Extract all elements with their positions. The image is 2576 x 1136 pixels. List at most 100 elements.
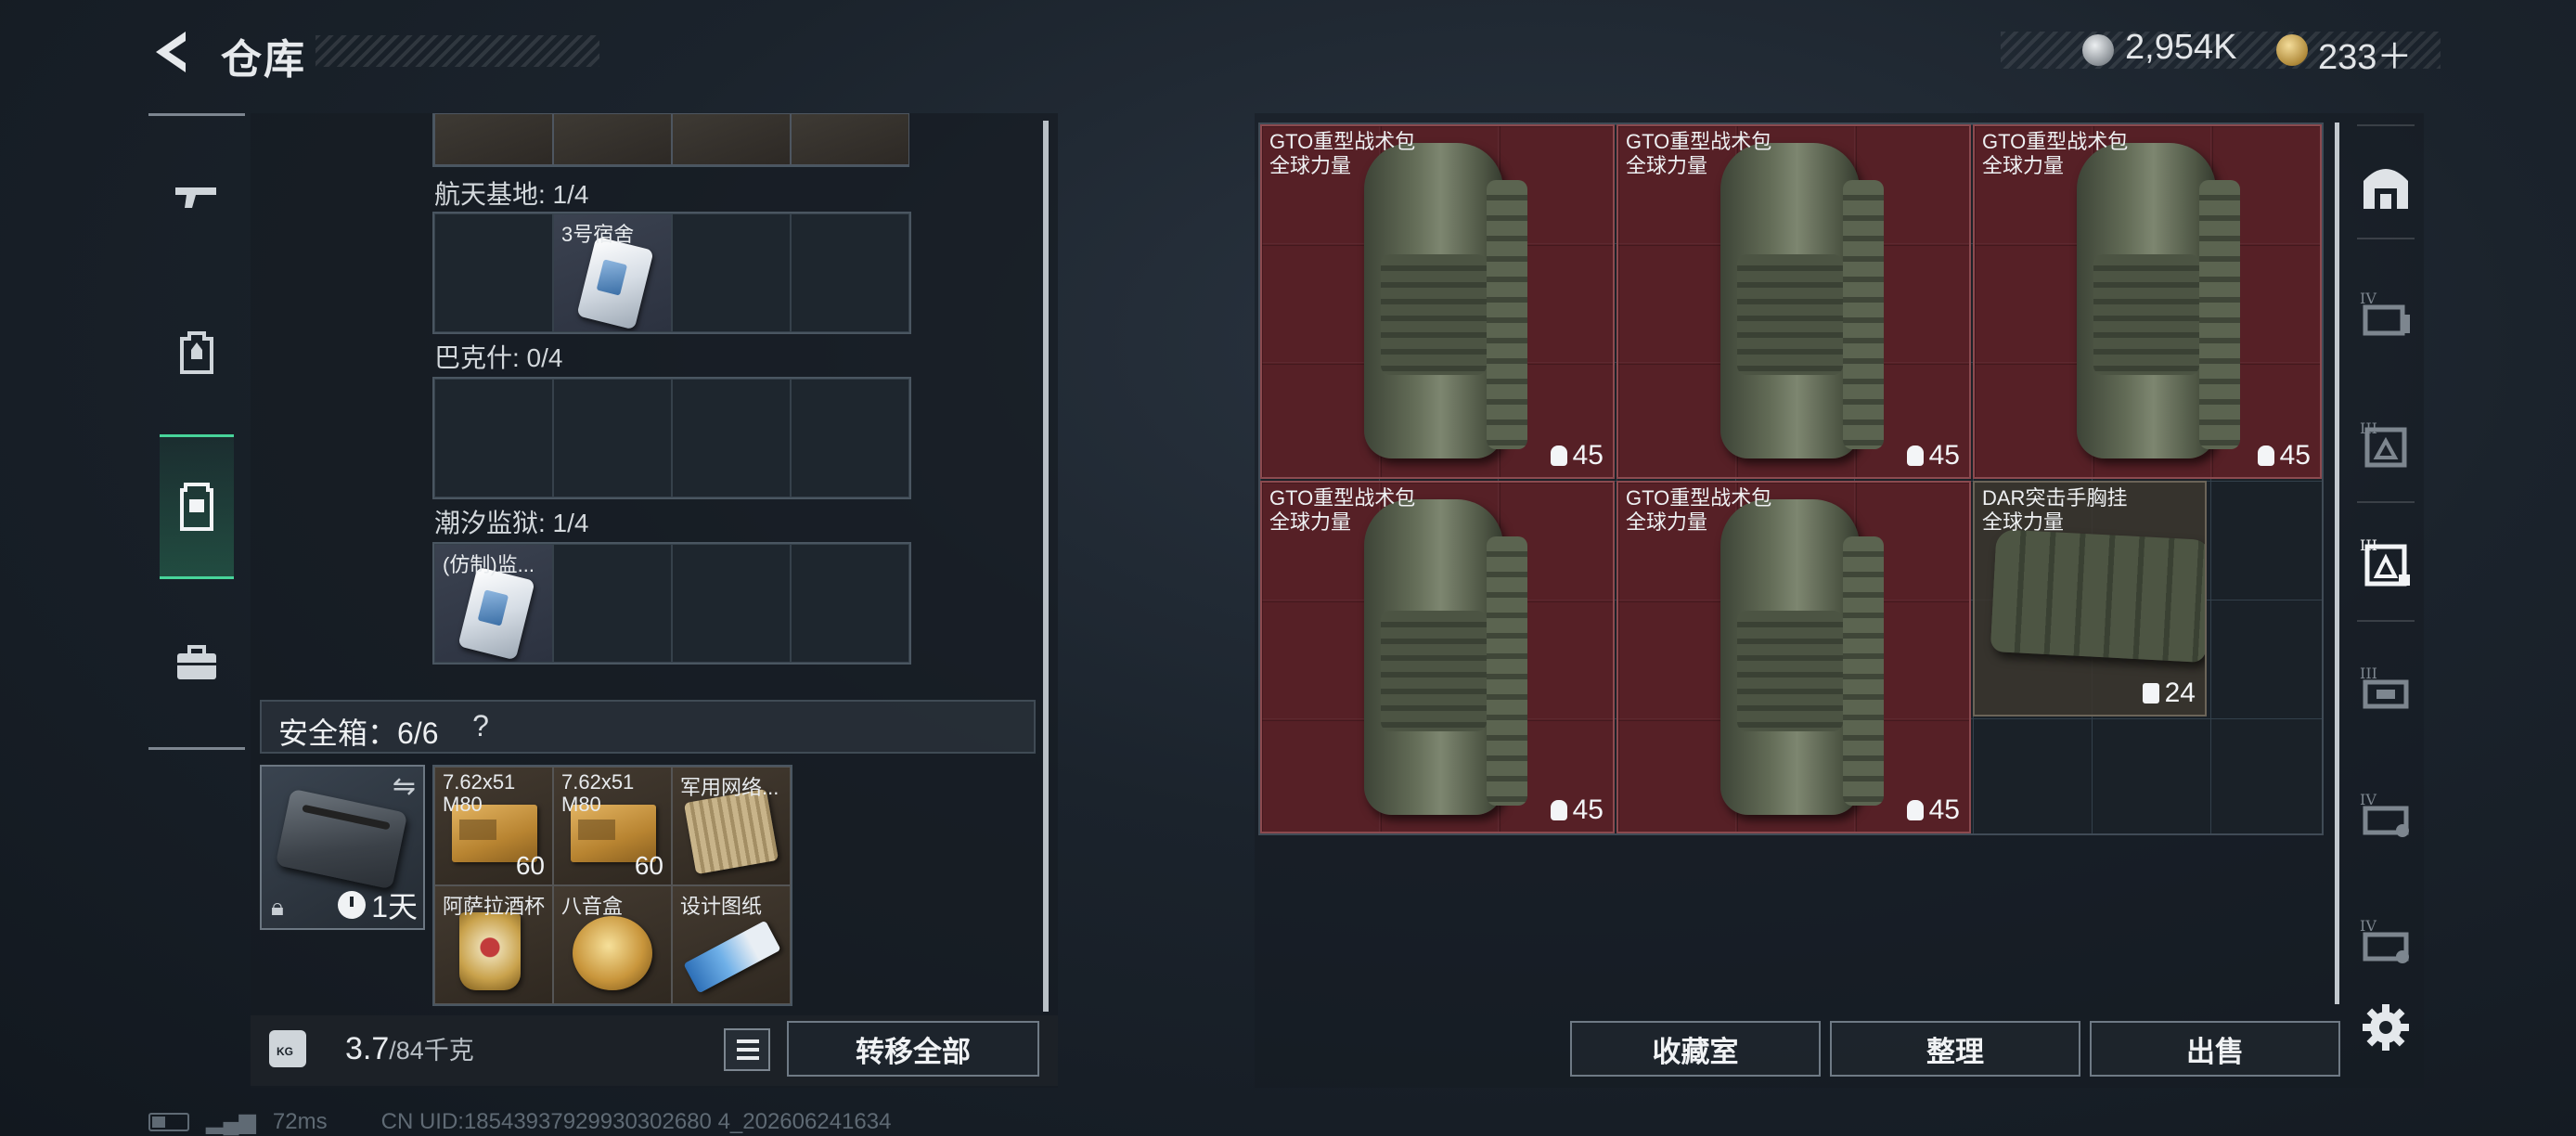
safe-item[interactable]: 设计图纸: [672, 885, 791, 1004]
safe-item-name: 八音盒: [561, 895, 624, 918]
keycard-slot[interactable]: [672, 379, 791, 497]
storage-tab-iv-c[interactable]: IV: [2351, 906, 2420, 975]
storage-item[interactable]: GTO重型战术包 全球力量 45: [1260, 481, 1615, 833]
nav-backpacks[interactable]: [160, 316, 234, 390]
list-view-button[interactable]: [724, 1028, 770, 1071]
svg-text:IV: IV: [2360, 290, 2376, 307]
safe-item-count: 60: [515, 851, 545, 880]
keycard-slot[interactable]: [672, 544, 791, 663]
network-module-image: [683, 788, 779, 875]
storage-scrollbar[interactable]: [2335, 123, 2339, 1004]
backpack-image: [2077, 143, 2240, 458]
storage-iv-icon: IV: [2360, 290, 2410, 336]
lock-icon: 🔒︎: [271, 893, 284, 921]
back-arrow-icon: [156, 32, 186, 72]
page-title: 仓库: [221, 37, 306, 83]
keycard-grid-tidal-prison: (仿制)监...: [432, 542, 911, 665]
storage-iii-icon: III: [2360, 420, 2407, 468]
safe-item-name: 7.62x51 M80: [561, 770, 635, 816]
uid-text: CN UID:18543937929930302680 4_2026062416…: [380, 1108, 892, 1134]
item-name: GTO重型战术包 全球力量: [1269, 130, 1416, 177]
keycard-slot[interactable]: [553, 113, 672, 165]
section-label-aerospace: 航天基地: 1/4: [434, 180, 589, 209]
safe-item[interactable]: 7.62x51 M80 60: [553, 767, 672, 885]
safe-box-title: 安全箱：6/6: [278, 716, 439, 750]
safe-box-timer-text: 1天: [371, 890, 418, 923]
safe-item[interactable]: 阿萨拉酒杯: [434, 885, 553, 1004]
divider: [2357, 124, 2415, 126]
storage-tab-iii[interactable]: III: [2351, 408, 2420, 477]
swap-icon[interactable]: ⇋: [393, 770, 416, 803]
durability-icon: [1906, 800, 1924, 820]
signal-icon: ▂▄▆: [206, 1109, 256, 1134]
keycard-item[interactable]: (仿制)监...: [434, 544, 553, 663]
backpack-image: [1364, 143, 1527, 458]
help-icon[interactable]: ?: [460, 707, 501, 744]
sort-button[interactable]: 整理: [1830, 1021, 2080, 1077]
left-scrollbar-thumb[interactable]: [1043, 121, 1049, 1012]
list-icon: [737, 1048, 759, 1052]
storage-item[interactable]: GTO重型战术包 全球力量 45: [1973, 124, 2322, 479]
section-label-bakhsh: 巴克什: 0/4: [434, 343, 563, 372]
back-button[interactable]: [148, 26, 199, 78]
storage-tab-home[interactable]: [2351, 152, 2420, 221]
safe-item[interactable]: 八音盒: [553, 885, 672, 1004]
item-durability: 45: [1906, 794, 1960, 826]
weight-readout: 3.7/84千克: [345, 1030, 474, 1067]
nav-toolbox[interactable]: [160, 626, 234, 700]
safe-item-name: 设计图纸: [680, 895, 763, 918]
list-icon: [737, 1039, 759, 1043]
storage-tab-iv[interactable]: IV: [2351, 278, 2420, 347]
keycard-item[interactable]: 3号宿舍: [553, 213, 672, 332]
storage-tab-iii-active[interactable]: III: [2351, 527, 2420, 596]
weight-max: /84千克: [389, 1037, 474, 1065]
safe-box-timer: 1天: [338, 884, 418, 926]
item-name: GTO重型战术包 全球力量: [1626, 130, 1772, 177]
sell-button[interactable]: 出售: [2090, 1021, 2340, 1077]
storage-item[interactable]: GTO重型战术包 全球力量 45: [1616, 124, 1971, 479]
transfer-all-button[interactable]: 转移全部: [787, 1021, 1039, 1077]
safe-item-count: 60: [634, 851, 663, 880]
keycard-slot[interactable]: [672, 213, 791, 332]
keycard-slot[interactable]: [672, 113, 791, 165]
item-durability: 24: [2142, 678, 2196, 709]
keycard-slot[interactable]: [791, 213, 909, 332]
keycard-slot[interactable]: [553, 544, 672, 663]
storage-item[interactable]: GTO重型战术包 全球力量 45: [1616, 481, 1971, 833]
item-name: GTO重型战术包 全球力量: [1269, 486, 1416, 534]
keycard-slot[interactable]: [434, 213, 553, 332]
storage-iv-c-icon: IV: [2360, 917, 2409, 963]
battery-icon: [148, 1112, 189, 1131]
backpack-icon: [180, 331, 213, 374]
settings-button[interactable]: [2361, 1002, 2411, 1052]
storage-item[interactable]: DAR突击手胸挂 全球力量 24: [1973, 481, 2207, 716]
keycard-slot[interactable]: [434, 113, 553, 165]
nav-weapons[interactable]: [160, 161, 234, 236]
safe-item[interactable]: 军用网络...: [672, 767, 791, 885]
item-durability: 45: [1906, 440, 1960, 471]
keycard-grid-prev: [432, 113, 909, 167]
music-box-image: [573, 916, 652, 990]
safe-box-grid: 7.62x51 M80 60 7.62x51 M80 60 军用网络... 阿萨…: [432, 765, 792, 1006]
keycard-slot[interactable]: [791, 379, 909, 497]
keycard-slot[interactable]: [434, 379, 553, 497]
keycard-name: (仿制)监...: [443, 553, 535, 576]
storage-item[interactable]: GTO重型战术包 全球力量 45: [1260, 124, 1615, 479]
keycard-slot[interactable]: [553, 379, 672, 497]
safe-box-card[interactable]: ⇋ 🔒︎ 1天: [260, 765, 425, 930]
backpack-image: [1720, 143, 1884, 458]
nav-vests[interactable]: [160, 434, 234, 579]
toolbox-icon: [177, 645, 216, 679]
safe-item[interactable]: 7.62x51 M80 60: [434, 767, 553, 885]
storage-tab-iv-b[interactable]: IV: [2351, 780, 2420, 848]
blueprint-image: [683, 920, 781, 994]
weight-icon: [269, 1030, 306, 1067]
collection-room-button[interactable]: 收藏室: [1570, 1021, 1821, 1077]
keycard-slot[interactable]: [791, 113, 909, 165]
storage-tab-iii-b[interactable]: III: [2351, 653, 2420, 722]
gold-currency-amount[interactable]: 233＋: [2318, 28, 2412, 79]
silver-coin-icon: [2082, 34, 2114, 66]
gold-coin-icon: [2276, 34, 2308, 66]
keycard-slot[interactable]: [791, 544, 909, 663]
title-decoration: [316, 35, 599, 67]
